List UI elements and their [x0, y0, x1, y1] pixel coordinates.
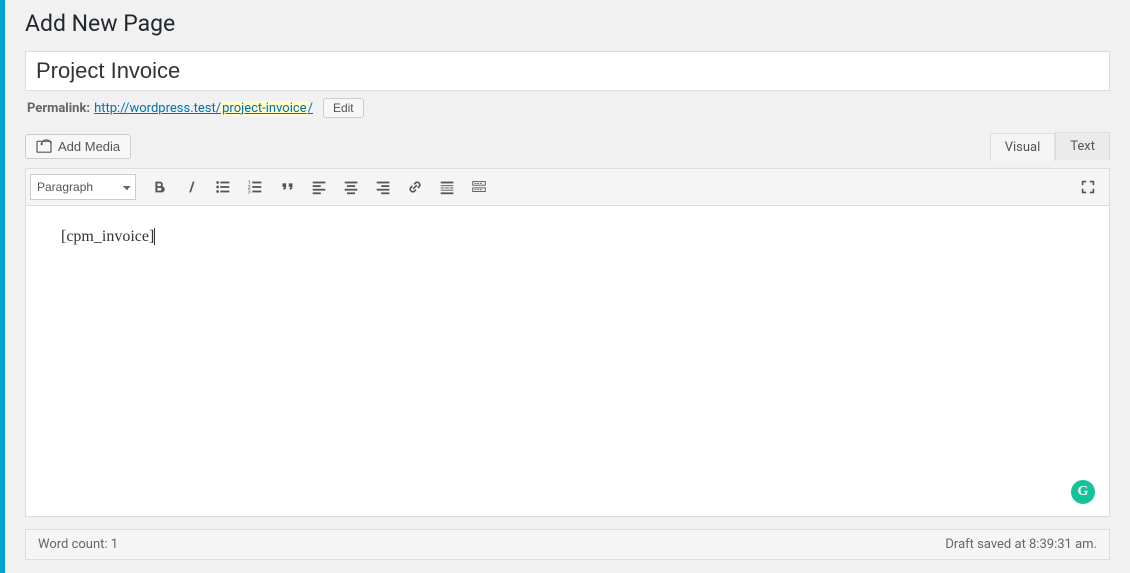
grammarly-badge[interactable]: G [1071, 480, 1095, 504]
format-select[interactable]: Paragraph [30, 174, 136, 200]
media-icon [36, 139, 52, 153]
fullscreen-button[interactable] [1073, 172, 1103, 202]
permalink-link[interactable]: http://wordpress.test/project-invoice/ [94, 101, 313, 116]
tab-visual[interactable]: Visual [990, 133, 1056, 161]
link-icon [406, 178, 424, 196]
permalink-row: Permalink: http://wordpress.test/project… [27, 98, 1110, 118]
autosave-status: Draft saved at 8:39:31 am. [945, 537, 1097, 552]
editor-status-bar: Word count: 1 Draft saved at 8:39:31 am. [25, 529, 1110, 560]
bold-button[interactable] [144, 172, 174, 202]
insert-link-button[interactable] [400, 172, 430, 202]
page-title: Add New Page [25, 10, 1110, 37]
edit-permalink-button[interactable]: Edit [323, 98, 364, 118]
tab-text[interactable]: Text [1055, 132, 1110, 160]
permalink-label: Permalink: [27, 101, 90, 116]
fullscreen-icon [1079, 178, 1097, 196]
align-right-icon [374, 178, 392, 196]
toolbar-toggle-button[interactable] [464, 172, 494, 202]
align-center-button[interactable] [336, 172, 366, 202]
svg-text:3: 3 [248, 189, 251, 195]
post-title-input[interactable] [25, 51, 1110, 91]
add-media-label: Add Media [58, 139, 120, 154]
align-left-icon [310, 178, 328, 196]
quote-icon [278, 178, 296, 196]
align-left-button[interactable] [304, 172, 334, 202]
align-center-icon [342, 178, 360, 196]
editor-container: Paragraph 123 [25, 168, 1110, 517]
numbered-list-icon: 123 [246, 178, 264, 196]
toolbar-toggle-icon [470, 178, 488, 196]
italic-button[interactable] [176, 172, 206, 202]
word-count: Word count: 1 [38, 537, 118, 552]
read-more-button[interactable] [432, 172, 462, 202]
add-media-button[interactable]: Add Media [25, 134, 131, 159]
align-right-button[interactable] [368, 172, 398, 202]
read-more-icon [438, 178, 456, 196]
bulleted-list-button[interactable] [208, 172, 238, 202]
permalink-slug: project-invoice [221, 101, 307, 116]
numbered-list-button[interactable]: 123 [240, 172, 270, 202]
content-editor[interactable]: [cpm_invoice] G [26, 206, 1109, 516]
blockquote-button[interactable] [272, 172, 302, 202]
bullet-list-icon [214, 178, 232, 196]
bold-icon [150, 178, 168, 196]
editor-toolbar: Paragraph 123 [26, 169, 1109, 206]
italic-icon [182, 178, 200, 196]
